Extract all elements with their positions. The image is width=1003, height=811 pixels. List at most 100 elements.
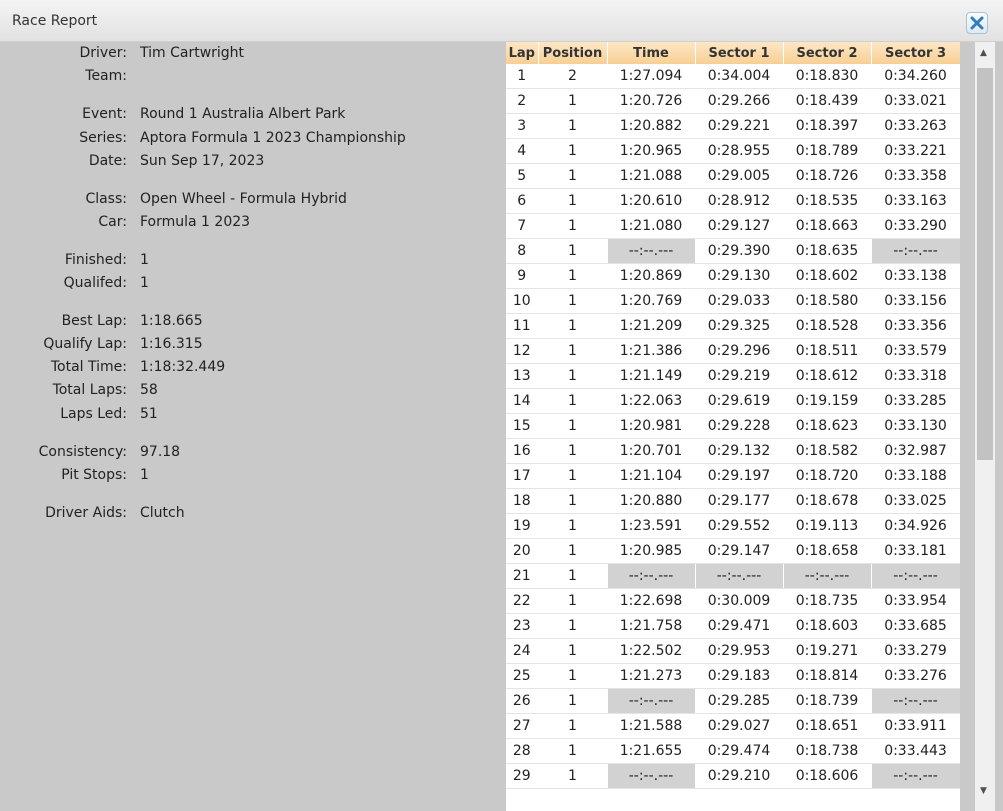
close-button[interactable] — [966, 12, 988, 34]
column-header-sector-3[interactable]: Sector 3 — [871, 42, 960, 64]
cell-position: 1 — [538, 263, 608, 289]
table-row: 29 1 --:--.--- 0:29.210 0:18.606 --:--.--- — [506, 763, 960, 789]
info-label: Total Time: — [50, 359, 127, 375]
column-header-sector-1[interactable]: Sector 1 — [695, 42, 784, 64]
cell-sector-2: 0:18.739 — [783, 688, 872, 714]
cell-lap: 27 — [506, 713, 539, 739]
cell-time: --:--.--- — [607, 763, 696, 789]
cell-sector-2: 0:18.635 — [783, 238, 872, 264]
cell-lap: 23 — [506, 613, 539, 639]
cell-lap: 26 — [506, 688, 539, 714]
info-label: Class: — [85, 191, 127, 207]
cell-sector-1: 0:29.005 — [695, 163, 784, 189]
cell-lap: 14 — [506, 388, 539, 414]
info-row-event: Event: Round 1 Australia Albert Park — [0, 105, 500, 123]
cell-position: 1 — [538, 563, 608, 589]
cell-time: 1:20.880 — [607, 488, 696, 514]
cell-time: 1:20.701 — [607, 438, 696, 464]
cell-sector-1: 0:29.147 — [695, 538, 784, 564]
cell-lap: 19 — [506, 513, 539, 539]
cell-time: 1:21.273 — [607, 663, 696, 689]
info-label: Finished: — [64, 252, 127, 268]
lap-times-table: Lap Position Time Sector 1 Sector 2 Sect… — [506, 42, 960, 789]
cell-time: 1:21.080 — [607, 213, 696, 239]
cell-time: 1:21.655 — [607, 738, 696, 764]
info-label: Best Lap: — [61, 313, 127, 329]
table-row: 10 1 1:20.769 0:29.033 0:18.580 0:33.156 — [506, 288, 960, 314]
table-row: 6 1 1:20.610 0:28.912 0:18.535 0:33.163 — [506, 188, 960, 214]
cell-sector-2: 0:18.651 — [783, 713, 872, 739]
info-value: Open Wheel - Formula Hybrid — [140, 191, 347, 207]
cell-position: 1 — [538, 688, 608, 714]
info-row-consistency: Consistency: 97.18 — [0, 443, 500, 461]
cell-time: 1:21.758 — [607, 613, 696, 639]
info-label: Driver: — [79, 45, 127, 61]
cell-position: 1 — [538, 488, 608, 514]
info-label: Laps Led: — [60, 406, 127, 422]
cell-position: 1 — [538, 288, 608, 314]
cell-sector-1: 0:29.953 — [695, 638, 784, 664]
dialog-titlebar: Race Report — [0, 0, 1003, 42]
scrollbar-thumb[interactable] — [977, 68, 993, 460]
cell-sector-1: 0:29.471 — [695, 613, 784, 639]
info-row-laps-led: Laps Led: 51 — [0, 405, 500, 423]
cell-sector-1: 0:29.228 — [695, 413, 784, 439]
info-row-driver: Driver: Tim Cartwright — [0, 44, 500, 62]
info-label: Total Laps: — [52, 382, 127, 398]
cell-sector-2: 0:18.789 — [783, 138, 872, 164]
cell-sector-1: 0:29.285 — [695, 688, 784, 714]
cell-sector-3: 0:33.443 — [871, 738, 960, 764]
cell-sector-1: 0:29.325 — [695, 313, 784, 339]
info-row-qualify-lap: Qualify Lap: 1:16.315 — [0, 335, 500, 353]
info-value: 1 — [140, 467, 149, 483]
column-header-position[interactable]: Position — [538, 42, 608, 64]
cell-sector-2: 0:18.830 — [783, 64, 872, 89]
cell-position: 1 — [538, 588, 608, 614]
column-header-time[interactable]: Time — [607, 42, 696, 64]
table-row: 3 1 1:20.882 0:29.221 0:18.397 0:33.263 — [506, 113, 960, 139]
cell-sector-2: 0:18.439 — [783, 88, 872, 114]
scroll-down-arrow-icon[interactable]: ▼ — [980, 786, 987, 796]
cell-sector-3: 0:33.954 — [871, 588, 960, 614]
scroll-up-arrow-icon[interactable]: ▲ — [980, 48, 987, 58]
cell-position: 1 — [538, 763, 608, 789]
cell-sector-2: 0:18.720 — [783, 463, 872, 489]
cell-sector-2: 0:18.511 — [783, 338, 872, 364]
cell-sector-3: 0:32.987 — [871, 438, 960, 464]
cell-lap: 9 — [506, 263, 539, 289]
cell-sector-3: 0:33.285 — [871, 388, 960, 414]
lap-times-table-container: Lap Position Time Sector 1 Sector 2 Sect… — [506, 42, 960, 811]
cell-sector-1: 0:29.132 — [695, 438, 784, 464]
cell-sector-1: 0:29.266 — [695, 88, 784, 114]
table-row: 27 1 1:21.588 0:29.027 0:18.651 0:33.911 — [506, 713, 960, 739]
info-row-finished: Finished: 1 — [0, 251, 500, 269]
cell-sector-3: 0:33.279 — [871, 638, 960, 664]
cell-sector-1: 0:29.390 — [695, 238, 784, 264]
cell-sector-2: 0:18.535 — [783, 188, 872, 214]
info-value: Round 1 Australia Albert Park — [140, 106, 346, 122]
info-value: 1:16.315 — [140, 336, 203, 352]
cell-sector-2: 0:19.113 — [783, 513, 872, 539]
cell-sector-1: 0:29.219 — [695, 363, 784, 389]
table-row: 14 1 1:22.063 0:29.619 0:19.159 0:33.285 — [506, 388, 960, 414]
cell-lap: 13 — [506, 363, 539, 389]
column-header-sector-2[interactable]: Sector 2 — [783, 42, 872, 64]
cell-sector-3: 0:33.356 — [871, 313, 960, 339]
cell-lap: 21 — [506, 563, 539, 589]
cell-position: 1 — [538, 513, 608, 539]
info-value: 1:18.665 — [140, 313, 203, 329]
cell-time: 1:21.386 — [607, 338, 696, 364]
table-row: 19 1 1:23.591 0:29.552 0:19.113 0:34.926 — [506, 513, 960, 539]
column-header-lap[interactable]: Lap — [506, 42, 539, 64]
cell-lap: 3 — [506, 113, 539, 139]
vertical-scrollbar[interactable]: ▲ ▼ — [975, 42, 995, 811]
cell-sector-3: 0:33.156 — [871, 288, 960, 314]
cell-sector-1: 0:29.027 — [695, 713, 784, 739]
cell-time: 1:21.088 — [607, 163, 696, 189]
table-row: 8 1 --:--.--- 0:29.390 0:18.635 --:--.--- — [506, 238, 960, 264]
info-value: Tim Cartwright — [140, 45, 245, 61]
cell-sector-3: --:--.--- — [871, 563, 960, 589]
cell-sector-2: 0:18.602 — [783, 263, 872, 289]
table-row: 26 1 --:--.--- 0:29.285 0:18.739 --:--.--- — [506, 688, 960, 714]
info-row-driver-aids: Driver Aids: Clutch — [0, 504, 500, 522]
